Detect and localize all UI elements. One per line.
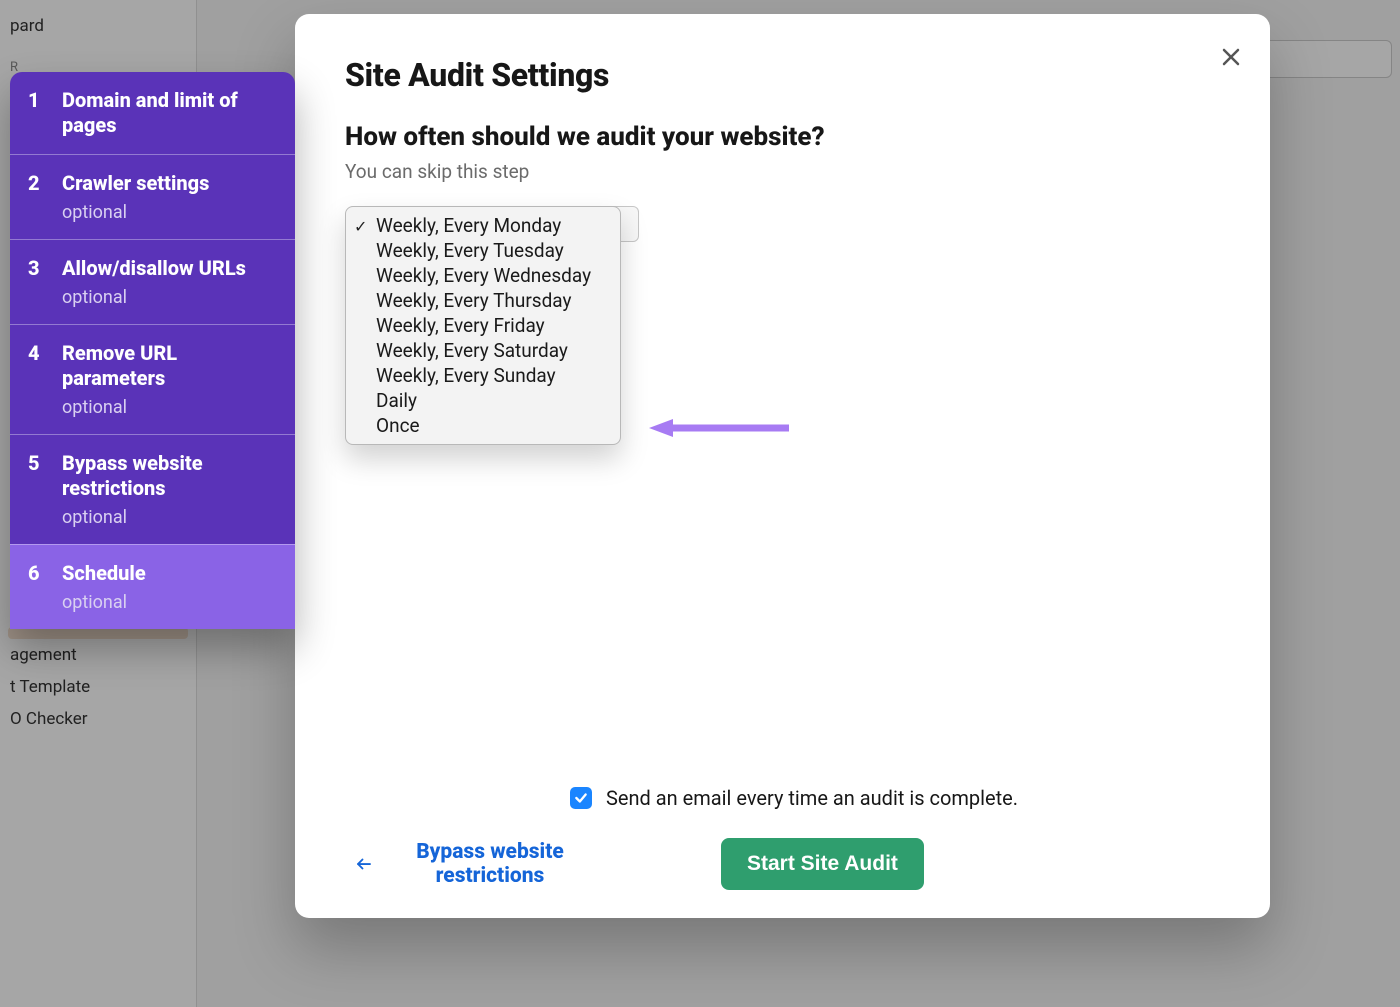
wizard-stepper: 1 Domain and limit of pages 2 Crawler setti… [10,72,295,629]
wizard-step-title: Domain and limit of pages [62,88,277,138]
arrow-left-icon [353,855,375,873]
wizard-step[interactable]: 4 Remove URL parameters optional [10,324,295,434]
schedule-option-label: Weekly, Every Friday [376,314,545,337]
wizard-step[interactable]: 3 Allow/disallow URLs optional [10,239,295,324]
schedule-option-label: Weekly, Every Saturday [376,339,568,362]
wizard-step-number: 2 [28,171,44,223]
back-button-label: Bypass website restrictions [395,840,585,888]
wizard-step-title: Allow/disallow URLs [62,256,277,281]
schedule-option[interactable]: Weekly, Every Wednesday [346,263,620,288]
schedule-option-label: Daily [376,389,417,412]
start-site-audit-button[interactable]: Start Site Audit [721,838,924,890]
wizard-step-optional-label: optional [62,507,277,528]
modal-hint: You can skip this step [345,160,1220,183]
close-icon [1219,45,1243,69]
schedule-option[interactable]: Weekly, Every Sunday [346,363,620,388]
schedule-option[interactable]: Once [346,413,620,438]
wizard-step-title: Crawler settings [62,171,277,196]
wizard-step-number: 1 [28,88,44,138]
wizard-step-optional-label: optional [62,592,277,613]
schedule-option-label: Weekly, Every Monday [376,214,561,237]
close-button[interactable] [1214,40,1248,74]
modal-subtitle: How often should we audit your website? [345,122,1220,152]
wizard-step-optional-label: optional [62,397,277,418]
back-button[interactable]: Bypass website restrictions [353,840,585,888]
wizard-step-title: Remove URL parameters [62,341,277,391]
schedule-option-label: Once [376,414,420,437]
wizard-step[interactable]: 2 Crawler settings optional [10,154,295,239]
wizard-step-optional-label: optional [62,287,277,308]
wizard-step[interactable]: 1 Domain and limit of pages [10,72,295,154]
modal-title: Site Audit Settings [345,56,1220,94]
wizard-step-optional-label: optional [62,202,277,223]
schedule-option[interactable]: Daily [346,388,620,413]
schedule-option[interactable]: Weekly, Every Thursday [346,288,620,313]
wizard-step-title: Bypass website restrictions [62,451,277,501]
check-icon [574,791,588,805]
schedule-option[interactable]: Weekly, Every Tuesday [346,238,620,263]
wizard-step-number: 5 [28,451,44,528]
wizard-step-number: 3 [28,256,44,308]
schedule-option[interactable]: ✓ Weekly, Every Monday [346,213,620,238]
schedule-option[interactable]: Weekly, Every Saturday [346,338,620,363]
wizard-step-number: 6 [28,561,44,613]
check-icon: ✓ [354,217,367,236]
schedule-option-label: Weekly, Every Wednesday [376,264,591,287]
email-notify-label: Send an email every time an audit is com… [606,786,1018,810]
schedule-option-label: Weekly, Every Sunday [376,364,556,387]
schedule-select-popup[interactable]: ✓ Weekly, Every MondayWeekly, Every Tuesd… [345,206,621,445]
schedule-option-label: Weekly, Every Thursday [376,289,572,312]
wizard-step-title: Schedule [62,561,277,586]
site-audit-settings-modal: Site Audit Settings How often should we … [295,14,1270,918]
callout-arrow-icon [649,419,789,435]
email-notify-checkbox[interactable] [570,787,592,809]
schedule-option-label: Weekly, Every Tuesday [376,239,564,262]
wizard-step[interactable]: 5 Bypass website restrictions optional [10,434,295,544]
wizard-step-number: 4 [28,341,44,418]
schedule-option[interactable]: Weekly, Every Friday [346,313,620,338]
wizard-step[interactable]: 6 Schedule optional [10,544,295,629]
